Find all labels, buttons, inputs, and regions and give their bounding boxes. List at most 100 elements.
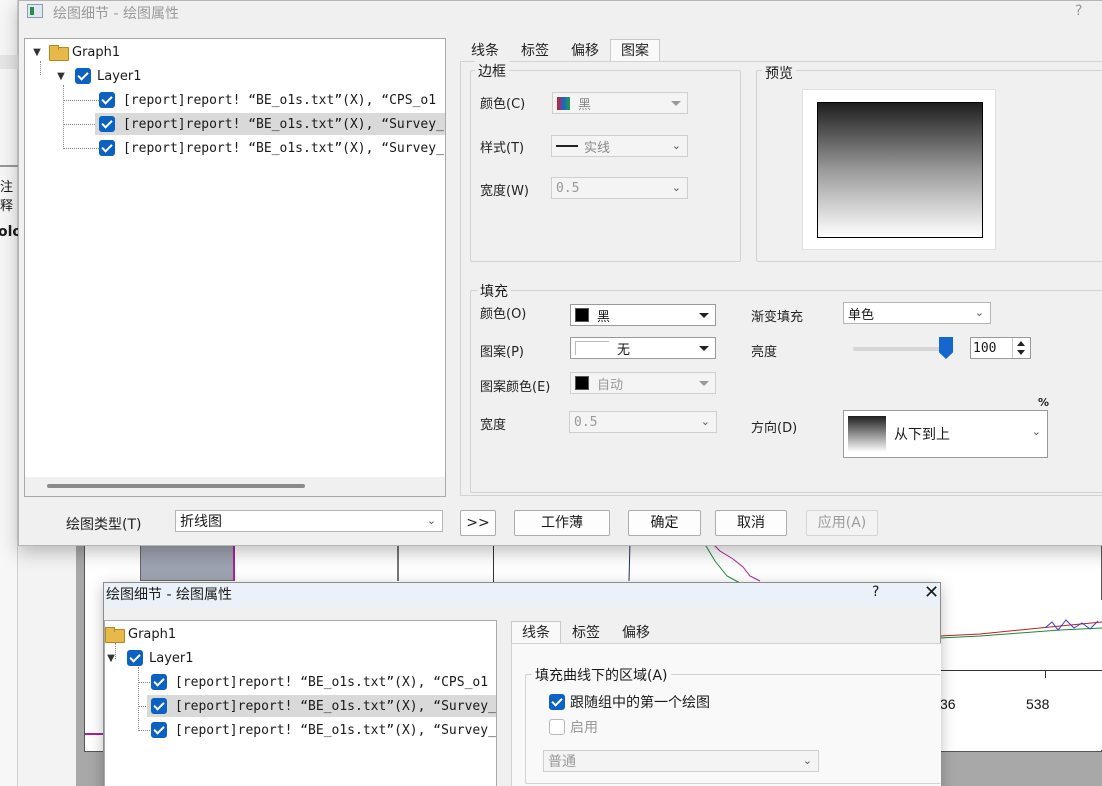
enable-label: 启用 — [570, 720, 598, 736]
apply-button[interactable]: 应用(A) — [806, 510, 878, 536]
fill-mode-select[interactable]: 普通 ⌄ — [543, 750, 819, 772]
brightness-spinbox[interactable]: 100 — [970, 337, 1031, 359]
brightness-value: 100 — [973, 340, 997, 356]
fill-color-label: 颜色(O) — [480, 307, 527, 322]
fill-color-value: 黑 — [597, 309, 611, 325]
tree2-item-plot-2[interactable]: [report]report! “BE_o1s.txt”(X), “Survey… — [147, 695, 496, 717]
direction-select[interactable]: 从下到上 ⌄ — [843, 410, 1048, 458]
tab2-line[interactable]: 线条 — [511, 621, 561, 643]
spin-up-icon[interactable] — [1017, 341, 1025, 346]
border-width-select[interactable]: 0.5 ⌄ — [551, 177, 688, 199]
plot-2-checkbox[interactable] — [99, 116, 115, 132]
bg-plot-axis-2 — [493, 541, 494, 586]
tree2-item-label: [report]report! “BE_o1s.txt”(X), “Survey… — [175, 722, 496, 738]
fill-mode-value: 普通 — [548, 754, 576, 770]
plot-type-select[interactable]: 折线图 ⌄ — [175, 510, 443, 532]
tree-item-plot-1[interactable]: [report]report! “BE_o1s.txt”(X), “CPS_o1 — [99, 89, 445, 111]
black-swatch-icon — [575, 308, 589, 322]
layer-checkbox[interactable] — [75, 68, 91, 84]
plot-2-checkbox-2[interactable] — [151, 698, 167, 714]
tab2-offset[interactable]: 偏移 — [611, 621, 661, 643]
fill-pattern-value: 无 — [617, 342, 631, 358]
tab-label[interactable]: 标签 — [510, 39, 560, 61]
tree2-node-graph[interactable]: Graph1 — [105, 623, 176, 645]
pattern-width-value: 0.5 — [574, 414, 598, 430]
border-style-value: 实线 — [584, 140, 611, 156]
close-icon[interactable]: ✕ — [924, 582, 939, 603]
bg-tick-2: 538 — [1026, 696, 1050, 712]
tree2-item-plot-1[interactable]: [report]report! “BE_o1s.txt”(X), “CPS_o1 — [151, 671, 496, 693]
tree-item-label: [report]report! “BE_o1s.txt”(X), “Survey… — [123, 116, 444, 132]
tree-item-plot-3[interactable]: [report]report! “BE_o1s.txt”(X), “Survey… — [99, 137, 445, 159]
bg-tick-mark — [1045, 670, 1046, 678]
tree2-item-plot-3[interactable]: [report]report! “BE_o1s.txt”(X), “Survey… — [151, 719, 496, 741]
dialog-titlebar: 绘图细节 - 绘图属性 ? — [19, 1, 1102, 25]
bg-plot-right-curve — [940, 619, 1102, 639]
layer-checkbox-2[interactable] — [127, 650, 143, 666]
chevron-down-icon[interactable]: ▼ — [55, 71, 67, 82]
border-group-title: 边框 — [475, 61, 509, 81]
spin-down-icon[interactable] — [1017, 350, 1025, 355]
property-tabs: 线条 标签 偏移 图案 — [460, 39, 660, 61]
border-color-value: 黑 — [578, 97, 592, 113]
fill-color-select[interactable]: 黑 — [570, 304, 716, 326]
follow-first-checkbox[interactable] — [549, 694, 565, 710]
bg-plot-curve — [628, 541, 761, 583]
border-color-select[interactable]: 黑 — [552, 92, 688, 114]
chevron-down-icon[interactable]: ▼ — [31, 47, 43, 58]
plot-3-checkbox-2[interactable] — [151, 722, 167, 738]
property-tabs-2: 线条 标签 偏移 — [511, 621, 661, 643]
bg-plot-block — [140, 541, 235, 581]
ok-button[interactable]: 确定 — [628, 510, 701, 536]
dialog-2-title: 绘图细节 - 绘图属性 — [106, 587, 232, 603]
enable-option[interactable]: 启用 — [549, 717, 598, 737]
fill-pattern-select[interactable]: 无 — [570, 337, 716, 359]
gradient-label: 渐变填充 — [751, 310, 804, 325]
bg-strip-text-2: olo — [0, 224, 18, 240]
tab-line[interactable]: 线条 — [460, 39, 510, 61]
tree-item-plot-2[interactable]: [report]report! “BE_o1s.txt”(X), “Survey… — [95, 113, 445, 135]
direction-value: 从下到上 — [894, 427, 950, 443]
tree-node-layer[interactable]: ▼ Layer1 — [55, 65, 142, 87]
folder-icon — [49, 45, 69, 61]
app-icon — [27, 4, 43, 18]
tab2-label[interactable]: 标签 — [561, 621, 611, 643]
pattern-color-select[interactable]: 自动 — [570, 372, 716, 394]
bg-strip-divider — [0, 165, 18, 167]
pattern-width-select[interactable]: 0.5 ⌄ — [569, 411, 717, 433]
chevron-down-icon[interactable]: ▼ — [105, 653, 117, 664]
tree2-node-layer[interactable]: ▼ Layer1 — [105, 647, 194, 669]
cancel-button[interactable]: 取消 — [715, 510, 787, 536]
workbook-button[interactable]: 工作薄 — [514, 510, 610, 536]
tab-pattern[interactable]: 图案 — [610, 39, 660, 61]
tab-offset[interactable]: 偏移 — [560, 39, 610, 61]
tree-item-label: [report]report! “BE_o1s.txt”(X), “CPS_o1 — [123, 92, 437, 108]
pattern-color-value: 自动 — [597, 377, 624, 393]
tree-node-graph[interactable]: ▼ Graph1 — [31, 41, 120, 63]
pattern-width-label: 宽度 — [480, 418, 507, 433]
bg-strip-text-1: 注释 — [0, 180, 14, 214]
spin-buttons[interactable] — [1012, 338, 1030, 358]
tree-hscrollbar[interactable] — [25, 477, 445, 496]
tree2-item-label: [report]report! “BE_o1s.txt”(X), “Survey… — [175, 698, 496, 714]
preview-group-title: 预览 — [762, 63, 796, 83]
scrollbar-thumb[interactable] — [47, 484, 305, 488]
border-color-label: 颜色(C) — [480, 97, 526, 112]
help-button-2[interactable]: ? — [872, 584, 879, 600]
plot-1-checkbox-2[interactable] — [151, 674, 167, 690]
plot-1-checkbox[interactable] — [99, 92, 115, 108]
folder-icon — [105, 627, 125, 643]
gradient-value: 单色 — [848, 307, 875, 323]
gradient-direction-icon — [848, 416, 886, 452]
percent-sign: % — [1038, 396, 1050, 409]
border-style-select[interactable]: 实线 ⌄ — [551, 135, 688, 157]
gradient-select[interactable]: 单色 ⌄ — [843, 302, 991, 324]
background-plot-right: 36 538 — [940, 600, 1102, 750]
brightness-slider-track[interactable] — [853, 347, 953, 351]
help-button[interactable]: ? — [1075, 3, 1082, 19]
follow-first-option[interactable]: 跟随组中的第一个绘图 — [549, 692, 710, 712]
enable-checkbox[interactable] — [549, 719, 565, 735]
expand-button[interactable]: >> — [460, 510, 496, 536]
bg-plot-magenta-line — [233, 541, 235, 581]
plot-3-checkbox[interactable] — [99, 140, 115, 156]
